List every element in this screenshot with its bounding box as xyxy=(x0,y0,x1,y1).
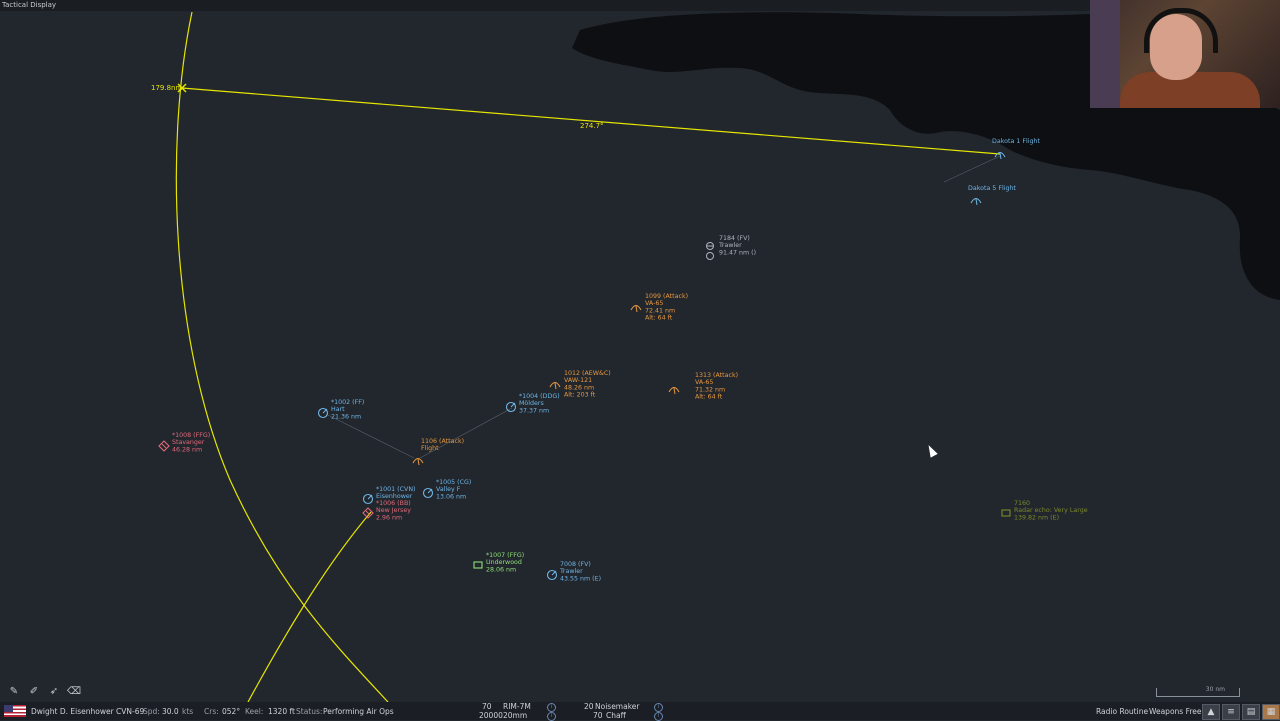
contact-label-line: Valley F xyxy=(436,486,461,493)
contact-label-line: Mölders xyxy=(519,400,544,407)
contact-label-line: VAW-121 xyxy=(564,377,592,384)
weapon-name: Noisemaker xyxy=(595,702,640,711)
weapon-count: 70 xyxy=(593,711,603,720)
info-icon[interactable]: i xyxy=(547,703,556,712)
contact-label-line: *1004 (DDG) xyxy=(519,393,560,400)
weapon-count: 70 xyxy=(482,702,492,711)
contact-label-line: *1002 (FF) xyxy=(331,399,364,406)
contact-label-line: *1007 (FFG) xyxy=(486,552,524,559)
contact-label: Dakota 5 Flight xyxy=(968,185,1016,192)
pencil-icon[interactable]: ✎ xyxy=(6,684,22,700)
info-icon[interactable]: i xyxy=(654,703,663,712)
contact-label-line: 28.06 nm xyxy=(486,566,516,573)
contact-label: *1001 (CVN) Eisenhower xyxy=(376,486,416,500)
contact-label-line: Trawler xyxy=(718,242,742,249)
unit-name[interactable]: Dwight D. Eisenhower CVN-69 xyxy=(31,707,144,716)
contact-label-line: VA-65 xyxy=(645,300,663,307)
contact-label-line: 13.06 nm xyxy=(436,493,466,500)
contact-label-line: 72.41 nm xyxy=(645,307,675,314)
contact-label-line: Trawler xyxy=(559,568,583,575)
eraser-icon[interactable]: ⌫ xyxy=(66,684,82,700)
keel-label: Keel: xyxy=(245,707,264,716)
contact-label-line: *1008 (FFG) xyxy=(172,432,210,439)
contact-label-line: 91.47 nm () xyxy=(719,249,756,256)
window-title: Tactical Display xyxy=(0,0,1092,11)
contact-label-line: Alt: 203 ft xyxy=(564,392,596,399)
contact-label-line: 1106 (Attack) xyxy=(421,438,464,445)
list-icon[interactable]: ≡ xyxy=(1222,704,1240,720)
contact-label-line: 21.36 nm xyxy=(331,413,361,420)
tactical-map[interactable]: 179.8nm 274.7° Dakota 1 Flight Dakota 5 F… xyxy=(0,0,1280,702)
status-value: Performing Air Ops xyxy=(323,707,394,716)
measure-range: 179.8nm xyxy=(151,84,182,92)
weapon-name: 20mm xyxy=(503,711,528,720)
contact-label-line: VA-65 xyxy=(695,379,713,386)
radio-state[interactable]: Radio Routine xyxy=(1096,707,1148,716)
contact-label-line: Dakota 1 Flight xyxy=(992,138,1040,145)
unit-status-bar: Dwight D. Eisenhower CVN-69 Spd: 30.0 kt… xyxy=(0,702,1280,721)
contact-label-line: 71.32 nm xyxy=(695,386,725,393)
unit-icon[interactable]: ▲ xyxy=(1202,704,1220,720)
panel-icon[interactable]: ▤ xyxy=(1242,704,1260,720)
contact-label-line: Flight xyxy=(421,445,439,452)
contact-label-line: Stavanger xyxy=(172,439,205,446)
contact-label-line: Hart xyxy=(331,406,345,413)
speed-unit: kts xyxy=(182,707,194,716)
course-label: Crs: xyxy=(204,707,219,716)
us-flag-icon xyxy=(4,705,26,717)
contact-label-line: Radar echo: Very Large xyxy=(1014,507,1088,514)
scale-label: 30 nm xyxy=(1205,686,1225,693)
speed-label: Spd: xyxy=(143,707,160,716)
contact-label-line: 7184 (FV) xyxy=(719,235,750,242)
contact-label-line: 37.37 nm xyxy=(519,407,549,414)
course-value[interactable]: 052° xyxy=(222,707,240,716)
measure-bearing: 274.7° xyxy=(580,122,604,130)
contact-label-line: Underwood xyxy=(486,559,522,566)
status-label: Status: xyxy=(296,707,323,716)
contact-label-line: 139.82 nm (E) xyxy=(1014,514,1059,521)
contact-label-line: 43.55 nm (E) xyxy=(560,575,601,582)
pin-icon[interactable]: ➶ xyxy=(46,684,62,700)
contact-label-line: 7160 xyxy=(1014,500,1030,507)
contact-label-line: *1001 (CVN) xyxy=(376,486,416,493)
grid-icon[interactable]: ▦ xyxy=(1262,704,1280,720)
contact-label-line: *1005 (CG) xyxy=(436,479,471,486)
contact-label-line: 1099 (Attack) xyxy=(645,293,688,300)
contact-label-line: 2.96 nm xyxy=(376,514,402,521)
contact-label-line: Dakota 5 Flight xyxy=(968,185,1016,192)
contact-label-line: Alt: 64 ft xyxy=(645,315,673,322)
contact-label-line: Alt: 64 ft xyxy=(695,394,723,401)
webcam-overlay xyxy=(1090,0,1280,108)
contact-label-line: 46.28 nm xyxy=(172,446,202,453)
brush-icon[interactable]: ✐ xyxy=(26,684,42,700)
weapon-name: Chaff xyxy=(606,711,626,720)
contact-label-line: New Jersey xyxy=(376,507,411,514)
contact-label-line: 48.26 nm xyxy=(564,384,594,391)
contact-label-line: *1006 (BB) xyxy=(376,500,411,507)
map-scale: 30 nm xyxy=(1156,686,1240,697)
weapon-count: 20000 xyxy=(479,711,503,720)
keel-value: 1320 ft xyxy=(268,707,295,716)
weapon-name: RIM-7M xyxy=(503,702,531,711)
contact-label-line: 1012 (AEW&C) xyxy=(564,370,611,377)
contact-label-line: 7008 (FV) xyxy=(560,561,591,568)
contact-label-line: 1313 (Attack) xyxy=(695,372,738,379)
weapon-count: 20 xyxy=(584,702,594,711)
contact-label: Dakota 1 Flight xyxy=(992,138,1040,145)
speed-value[interactable]: 30.0 xyxy=(162,707,179,716)
weapons-state[interactable]: Weapons Free xyxy=(1149,707,1202,716)
